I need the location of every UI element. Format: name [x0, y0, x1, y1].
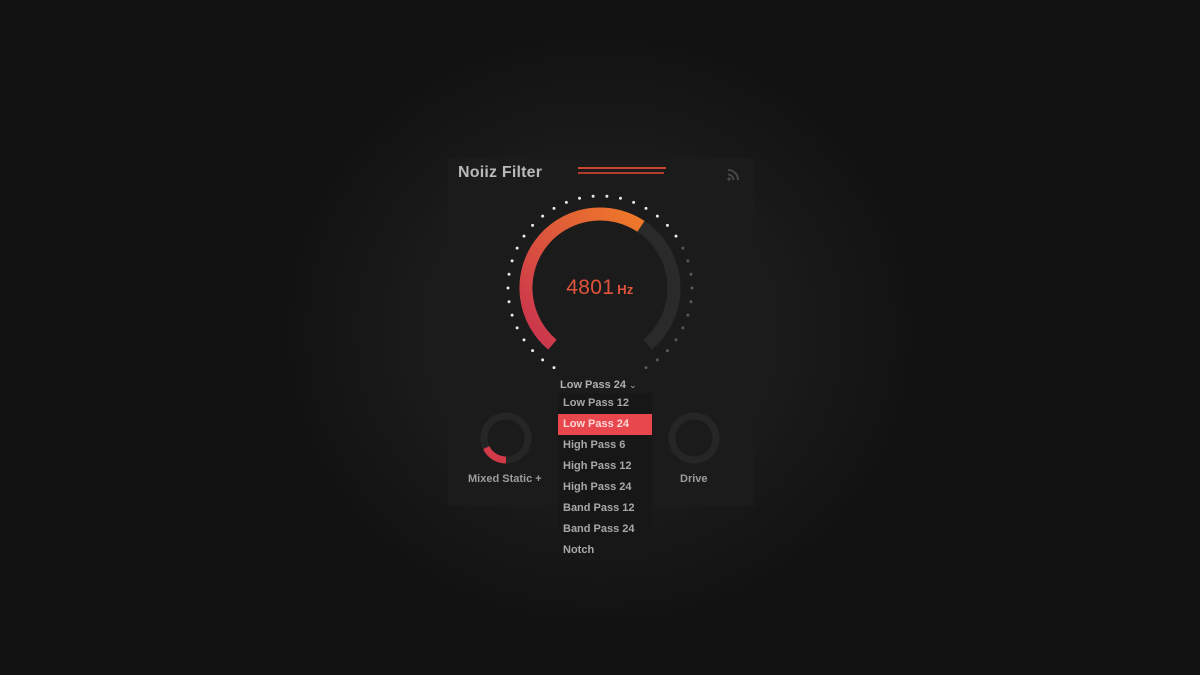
dial-tick-dot: [681, 246, 685, 250]
dial-tick-dot: [686, 313, 690, 317]
frequency-readout: 4801 Hz: [518, 276, 682, 300]
dial-tick-dot: [681, 326, 685, 330]
mixed-static-label: Mixed Static +: [468, 473, 542, 485]
knob-value-arc: [483, 445, 507, 464]
dial-tick-dot: [531, 223, 535, 227]
dial-tick-dot: [689, 300, 693, 304]
dial-tick-dot: [507, 272, 511, 276]
dial-tick-dot: [510, 313, 514, 317]
dial-tick-dot: [515, 246, 519, 250]
dial-tick-dot: [506, 286, 510, 290]
dial-tick-dot: [665, 349, 669, 353]
dial-tick-dot: [665, 223, 669, 227]
dial-tick-dot: [632, 200, 636, 204]
dial-tick-dot: [515, 326, 519, 330]
dial-tick-dot: [655, 358, 659, 362]
dial-tick-dot: [578, 196, 582, 200]
dial-tick-dot: [690, 286, 694, 290]
dropdown-option[interactable]: High Pass 6: [558, 435, 652, 456]
frequency-value: 4801: [566, 276, 615, 299]
dropdown-option[interactable]: Band Pass 12: [558, 498, 652, 519]
dial-tick-dot: [531, 349, 535, 353]
filter-type-dropdown: Low Pass 12 Low Pass 24 High Pass 6 High…: [558, 393, 652, 560]
filter-type-select[interactable]: Low Pass 24 ⌄: [560, 379, 637, 391]
dial-tick-dot: [674, 234, 678, 238]
dial-tick-dot: [552, 366, 556, 370]
filter-type-selected: Low Pass 24: [560, 379, 627, 391]
title-decoration-lines: [578, 167, 666, 177]
dial-tick-dot: [689, 272, 693, 276]
dial-tick-dot: [618, 196, 622, 200]
dial-tick-dot: [541, 358, 545, 362]
dial-tick-dot: [686, 259, 690, 263]
dial-tick-dot: [552, 206, 556, 210]
dial-tick-dot: [605, 194, 609, 198]
dial-tick-dot: [674, 338, 678, 342]
knob-track: [668, 412, 720, 464]
dial-tick-dot: [644, 366, 648, 370]
dropdown-option[interactable]: Low Pass 12: [558, 393, 652, 414]
dropdown-option[interactable]: Band Pass 24: [558, 519, 652, 540]
dial-tick-dot: [644, 206, 648, 210]
plugin-title: Noiiz Filter: [458, 164, 543, 181]
dial-tick-dot: [522, 234, 526, 238]
dial-tick-dot: [522, 338, 526, 342]
rss-icon[interactable]: [726, 166, 742, 182]
dial-tick-dot: [655, 214, 659, 218]
drive-label: Drive: [680, 473, 708, 485]
dropdown-option[interactable]: Low Pass 24: [558, 414, 652, 435]
chevron-down-icon: ⌄: [629, 380, 637, 390]
dropdown-option[interactable]: Notch: [558, 540, 652, 561]
dial-tick-dot: [541, 214, 545, 218]
drive-knob[interactable]: [664, 408, 724, 468]
mixed-static-knob[interactable]: [476, 408, 536, 468]
dial-tick-dot: [510, 259, 514, 263]
dial-tick-dot: [591, 194, 595, 198]
dropdown-option[interactable]: High Pass 12: [558, 456, 652, 477]
dial-tick-dot: [564, 200, 568, 204]
dropdown-option[interactable]: High Pass 24: [558, 477, 652, 498]
frequency-unit: Hz: [617, 282, 634, 297]
dial-tick-dot: [507, 300, 511, 304]
